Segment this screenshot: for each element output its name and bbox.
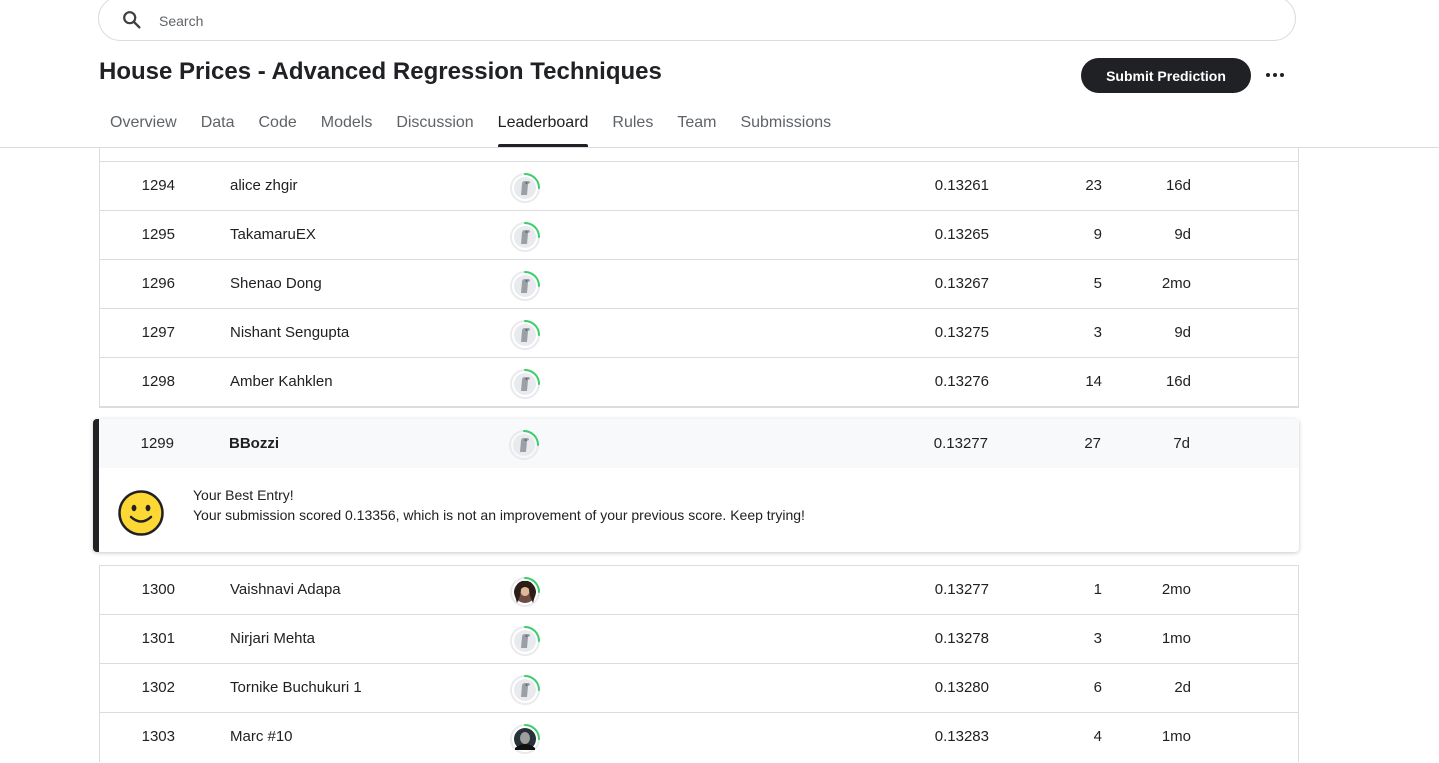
last-submission: 16d: [1165, 373, 1191, 390]
rank: 1300: [141, 581, 175, 598]
leaderboard-table-bottom: 1300 Vaishnavi Adapa 0.13277 1 2mo 1301 Nirjar…: [99, 565, 1299, 762]
team-member-avatar[interactable]: [509, 318, 541, 350]
previous-row-edge: [100, 148, 1298, 162]
team-member-avatar[interactable]: [508, 428, 540, 477]
last-submission: 2mo: [1161, 275, 1191, 292]
team-name: Nirjari Mehta: [230, 630, 316, 647]
score: 0.13265: [934, 226, 989, 243]
rank: 1303: [141, 728, 175, 745]
team-member-avatar[interactable]: [509, 673, 541, 705]
tab-rules[interactable]: Rules: [601, 108, 664, 147]
leaderboard-row[interactable]: 1298 Amber Kahklen 0.13276 14 16d: [100, 358, 1298, 407]
rank: 1296: [141, 275, 175, 292]
team-member-avatar[interactable]: [509, 722, 541, 754]
last-submission: 2mo: [1161, 581, 1191, 598]
tab-team[interactable]: Team: [666, 108, 727, 147]
team-name: Marc #10: [230, 728, 293, 745]
entries-count: 1: [1093, 581, 1102, 598]
team-name: TakamaruEX: [230, 226, 316, 243]
leaderboard-row[interactable]: 1296 Shenao Dong 0.13267 5 2mo: [100, 260, 1298, 309]
tab-data[interactable]: Data: [190, 108, 246, 147]
more-options-icon[interactable]: [1262, 63, 1288, 87]
entries-count: 5: [1093, 275, 1102, 292]
rank: 1295: [141, 226, 175, 243]
rank: 1301: [141, 630, 175, 647]
tab-submissions[interactable]: Submissions: [729, 108, 842, 147]
entries-count: 23: [1085, 177, 1102, 194]
entries-count: 3: [1093, 324, 1102, 341]
leaderboard-row[interactable]: 1302 Tornike Buchukuri 1 0.13280 6 2d: [100, 664, 1298, 713]
leaderboard-row[interactable]: 1300 Vaishnavi Adapa 0.13277 1 2mo: [100, 566, 1298, 615]
team-name: Nishant Sengupta: [230, 324, 350, 341]
entries-count: 4: [1093, 728, 1102, 745]
last-submission: 16d: [1165, 177, 1191, 194]
submit-prediction-button[interactable]: Submit Prediction: [1081, 58, 1251, 93]
last-submission: 9d: [1174, 226, 1191, 243]
team-member-avatar[interactable]: [509, 220, 541, 252]
tab-discussion[interactable]: Discussion: [385, 108, 484, 147]
tab-code[interactable]: Code: [247, 108, 307, 147]
score: 0.13276: [934, 373, 989, 390]
tab-models[interactable]: Models: [310, 108, 384, 147]
score: 0.13277: [934, 581, 989, 598]
my-leaderboard-row[interactable]: 1299 BBozzi 0.13277 27 7d: [99, 419, 1299, 468]
rank: 1302: [141, 679, 175, 696]
competition-tabs: Overview Data Code Models Discussion Leaderbo…: [99, 108, 844, 147]
rank: 1299: [140, 435, 174, 452]
tab-overview[interactable]: Overview: [99, 108, 188, 147]
your-best-entry-card: 1299 BBozzi 0.13277 27 7d Your Best Entr…: [93, 419, 1299, 552]
team-member-avatar[interactable]: [509, 575, 541, 607]
team-name: Amber Kahklen: [230, 373, 333, 390]
leaderboard-row[interactable]: 1294 alice zhgir 0.13261 23 16d: [100, 162, 1298, 211]
leaderboard-table-top: 1294 alice zhgir 0.13261 23 16d 1295 TakamaruE…: [99, 148, 1299, 408]
rank: 1298: [141, 373, 175, 390]
entries-count: 9: [1093, 226, 1102, 243]
score: 0.13283: [934, 728, 989, 745]
entries-count: 14: [1085, 373, 1102, 390]
search-bar[interactable]: [98, 0, 1296, 41]
score: 0.13278: [934, 630, 989, 647]
leaderboard-row[interactable]: 1303 Marc #10 0.13283 4 1mo: [100, 713, 1298, 762]
last-submission: 1mo: [1161, 630, 1191, 647]
team-member-avatar[interactable]: [509, 624, 541, 656]
team-member-avatar[interactable]: [509, 269, 541, 301]
rank: 1294: [141, 177, 175, 194]
last-submission: 7d: [1173, 435, 1190, 452]
team-name: BBozzi: [229, 435, 279, 452]
score: 0.13267: [934, 275, 989, 292]
score: 0.13275: [934, 324, 989, 341]
score: 0.13280: [934, 679, 989, 696]
team-member-avatar[interactable]: [509, 171, 541, 203]
smiley-face-icon: [118, 490, 164, 536]
rank: 1297: [141, 324, 175, 341]
team-member-avatar[interactable]: [509, 367, 541, 399]
best-entry-title: Your Best Entry!: [193, 487, 294, 503]
score: 0.13277: [933, 435, 988, 452]
leaderboard-row[interactable]: 1297 Nishant Sengupta 0.13275 3 9d: [100, 309, 1298, 358]
entries-count: 27: [1084, 435, 1101, 452]
team-name: Tornike Buchukuri 1: [230, 679, 362, 696]
entries-count: 6: [1093, 679, 1102, 696]
last-submission: 9d: [1174, 324, 1191, 341]
score: 0.13261: [934, 177, 989, 194]
last-submission: 2d: [1174, 679, 1191, 696]
team-name: alice zhgir: [230, 177, 298, 194]
tab-leaderboard[interactable]: Leaderboard: [487, 108, 600, 147]
entries-count: 3: [1093, 630, 1102, 647]
search-icon: [123, 11, 141, 29]
leaderboard-row[interactable]: 1295 TakamaruEX 0.13265 9 9d: [100, 211, 1298, 260]
search-input[interactable]: [157, 7, 1061, 35]
last-submission: 1mo: [1161, 728, 1191, 745]
leaderboard-row[interactable]: 1301 Nirjari Mehta 0.13278 3 1mo: [100, 615, 1298, 664]
team-name: Shenao Dong: [230, 275, 322, 292]
page-title: House Prices - Advanced Regression Techn…: [99, 58, 662, 85]
best-entry-message: Your submission scored 0.13356, which is…: [193, 507, 805, 523]
team-name: Vaishnavi Adapa: [230, 581, 341, 598]
